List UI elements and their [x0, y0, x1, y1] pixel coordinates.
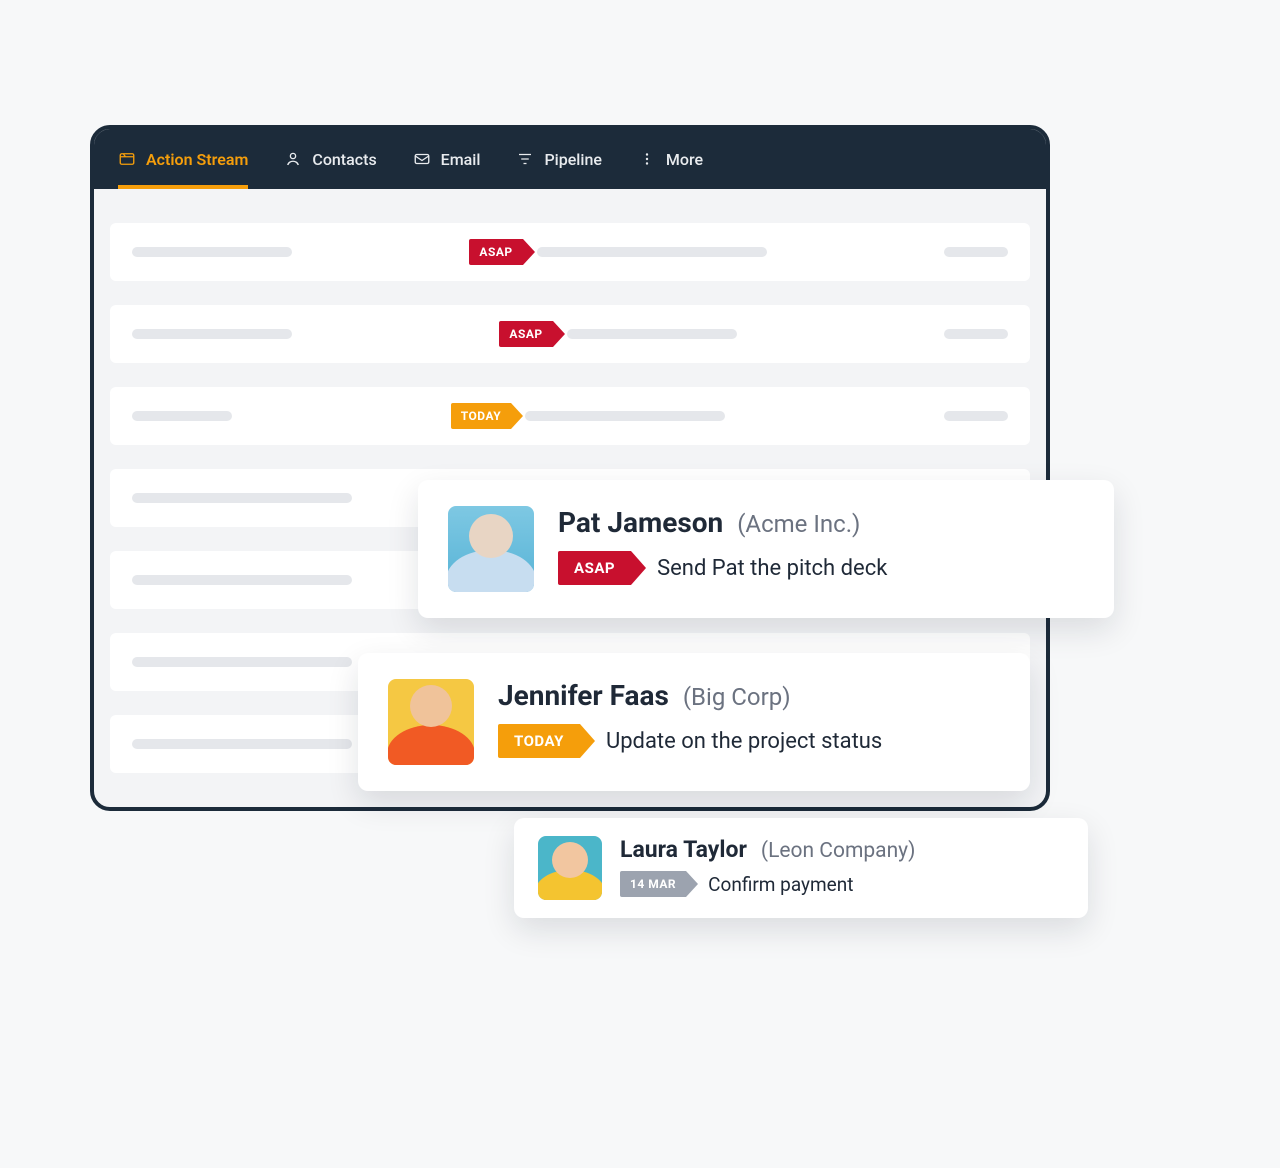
contact-company: (Acme Inc.)	[737, 510, 860, 538]
top-nav: Action Stream Contacts Email Pipeline	[94, 129, 1046, 189]
priority-badge: 14 MAR	[620, 871, 686, 897]
badge-label: ASAP	[574, 559, 615, 577]
badge-label: 14 MAR	[630, 877, 676, 891]
priority-badge: ASAP	[558, 551, 631, 585]
task-text: Update on the project status	[606, 729, 882, 754]
list-item[interactable]: ASAP	[110, 305, 1030, 363]
badge-label: ASAP	[479, 245, 512, 259]
action-card[interactable]: Pat Jameson (Acme Inc.) ASAP Send Pat th…	[418, 480, 1114, 618]
pipeline-icon	[516, 150, 534, 168]
placeholder	[132, 493, 352, 503]
placeholder	[132, 657, 352, 667]
placeholder	[537, 247, 767, 257]
list-item[interactable]: TODAY	[110, 387, 1030, 445]
nav-label: Contacts	[312, 150, 376, 169]
nav-action-stream[interactable]: Action Stream	[118, 129, 248, 189]
placeholder	[132, 411, 232, 421]
avatar	[388, 679, 474, 765]
more-icon	[638, 150, 656, 168]
nav-contacts[interactable]: Contacts	[284, 129, 376, 189]
placeholder	[525, 411, 725, 421]
placeholder	[944, 411, 1008, 421]
badge-label: ASAP	[509, 327, 542, 341]
placeholder	[944, 247, 1008, 257]
priority-badge: TODAY	[498, 724, 580, 758]
contacts-icon	[284, 150, 302, 168]
nav-more[interactable]: More	[638, 129, 703, 189]
badge-label: TODAY	[514, 732, 564, 750]
contact-company: (Big Corp)	[683, 683, 791, 711]
nav-pipeline[interactable]: Pipeline	[516, 129, 601, 189]
avatar	[448, 506, 534, 592]
placeholder	[132, 575, 352, 585]
action-card[interactable]: Laura Taylor (Leon Company) 14 MAR Confi…	[514, 818, 1088, 918]
contact-name: Jennifer Faas	[498, 679, 669, 712]
contact-name: Pat Jameson	[558, 506, 723, 539]
nav-label: More	[666, 150, 703, 169]
priority-badge: ASAP	[469, 239, 522, 265]
placeholder	[132, 739, 352, 749]
nav-label: Email	[441, 150, 481, 169]
task-text: Confirm payment	[708, 873, 853, 896]
task-text: Send Pat the pitch deck	[657, 556, 887, 581]
nav-label: Action Stream	[146, 150, 248, 169]
placeholder	[944, 329, 1008, 339]
action-card[interactable]: Jennifer Faas (Big Corp) TODAY Update on…	[358, 653, 1030, 791]
nav-email[interactable]: Email	[413, 129, 481, 189]
action-stream-icon	[118, 150, 136, 168]
placeholder	[132, 329, 292, 339]
contact-company: (Leon Company)	[761, 839, 916, 863]
placeholder	[132, 247, 292, 257]
nav-label: Pipeline	[544, 150, 601, 169]
avatar	[538, 836, 602, 900]
priority-badge: TODAY	[451, 403, 511, 429]
contact-name: Laura Taylor	[620, 836, 747, 863]
placeholder	[567, 329, 737, 339]
badge-label: TODAY	[461, 409, 501, 423]
priority-badge: ASAP	[499, 321, 552, 347]
email-icon	[413, 150, 431, 168]
app-canvas: Action Stream Contacts Email Pipeline	[0, 0, 1280, 1168]
list-item[interactable]: ASAP	[110, 223, 1030, 281]
